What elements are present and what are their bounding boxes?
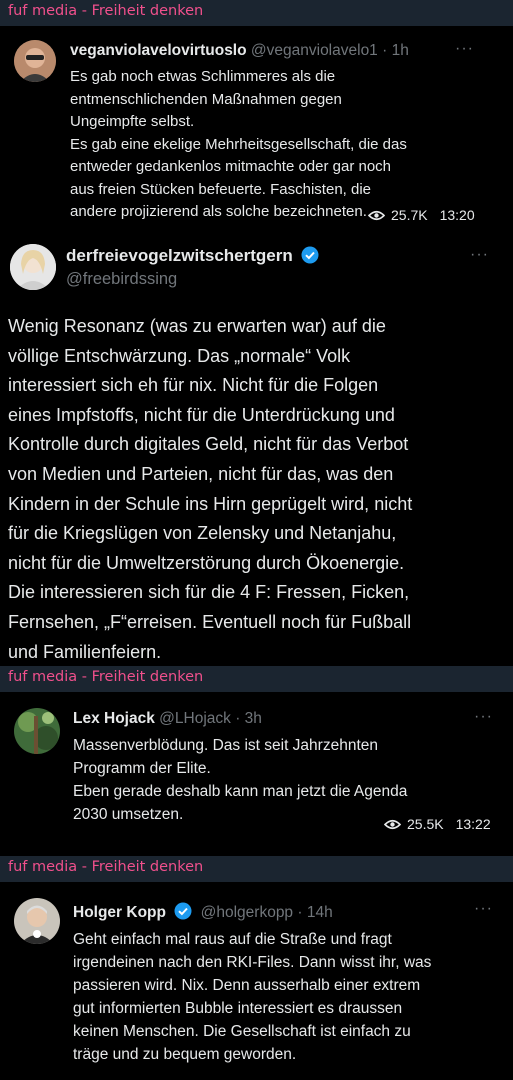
post-card[interactable]: Lex Hojack @LHojack · 3h ··· Massenverbl… bbox=[0, 692, 513, 844]
author-name: Lex Hojack bbox=[73, 710, 155, 727]
post-author[interactable]: Holger Kopp @holgerkopp · 14h bbox=[73, 902, 333, 922]
channel-header: fuf media - Freiheit denken bbox=[0, 666, 513, 692]
author-handle: @veganviolavelo1 · 1h bbox=[250, 42, 409, 59]
post-author[interactable]: Lex Hojack @LHojack · 3h bbox=[73, 710, 262, 728]
author-name: derfreievogelzwitschertgern bbox=[66, 246, 293, 265]
post-text: Geht einfach mal raus auf die Straße und… bbox=[73, 931, 432, 1063]
post-card[interactable]: veganviolavelovirtuoslo @veganviolavelo1… bbox=[0, 26, 513, 232]
post-text: Wenig Resonanz (was zu erwarten war) auf… bbox=[8, 316, 413, 662]
timestamp: 13:22 bbox=[455, 816, 491, 832]
eye-icon bbox=[368, 210, 385, 220]
post-author[interactable]: veganviolavelovirtuoslo @veganviolavelo1… bbox=[70, 42, 409, 60]
author-name: Holger Kopp bbox=[73, 904, 166, 921]
author-handle: @LHojack · 3h bbox=[159, 710, 262, 727]
verified-icon bbox=[174, 902, 192, 920]
author-handle: @holgerkopp · 14h bbox=[200, 904, 333, 921]
channel-header: fuf media - Freiheit denken bbox=[0, 856, 513, 882]
view-count: 25.5K bbox=[407, 816, 444, 832]
avatar[interactable] bbox=[14, 40, 56, 82]
post-text: Es gab noch etwas Schlimmeres als die en… bbox=[70, 68, 407, 220]
author-name: veganviolavelovirtuoslo bbox=[70, 42, 247, 59]
channel-name: fuf media - Freiheit denken bbox=[8, 859, 204, 875]
view-count: 25.7K bbox=[391, 207, 428, 223]
channel-name: fuf media - Freiheit denken bbox=[8, 669, 204, 685]
channel-name: fuf media - Freiheit denken bbox=[8, 3, 204, 19]
avatar[interactable] bbox=[14, 708, 60, 754]
avatar[interactable] bbox=[10, 244, 56, 290]
verified-icon bbox=[301, 246, 319, 264]
avatar[interactable] bbox=[14, 898, 60, 944]
post-card[interactable]: Holger Kopp @holgerkopp · 14h ··· Geht e… bbox=[0, 882, 513, 1080]
eye-icon bbox=[384, 819, 401, 829]
more-icon[interactable]: ··· bbox=[470, 246, 489, 264]
more-icon[interactable]: ··· bbox=[474, 708, 493, 726]
post-meta: 25.7K 13:20 bbox=[368, 207, 475, 223]
post-card[interactable]: derfreievogelzwitschertgern @freebirdssi… bbox=[0, 232, 513, 666]
more-icon[interactable]: ··· bbox=[455, 40, 474, 58]
post-author[interactable]: derfreievogelzwitschertgern bbox=[66, 246, 319, 266]
timestamp: 13:20 bbox=[439, 207, 475, 223]
post-text: Massenverblödung. Das ist seit Jahrzehnt… bbox=[73, 737, 408, 823]
author-handle: @freebirdssing bbox=[66, 270, 178, 288]
channel-header: fuf media - Freiheit denken bbox=[0, 0, 513, 26]
post-meta: 25.5K 13:22 bbox=[384, 816, 491, 832]
more-icon[interactable]: ··· bbox=[474, 900, 493, 918]
